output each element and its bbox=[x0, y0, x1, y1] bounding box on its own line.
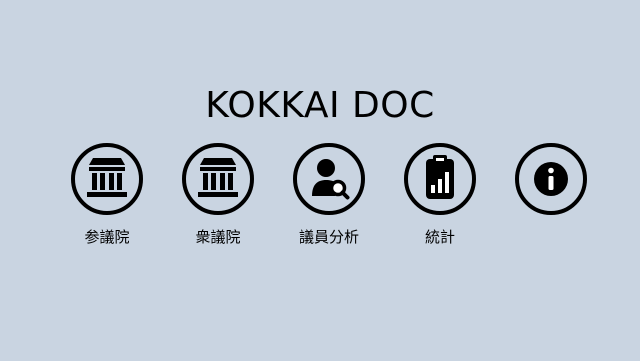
app-title: KOKKAI DOC bbox=[205, 85, 435, 126]
nav-label-shugiin: 衆議院 bbox=[195, 228, 241, 246]
main-nav: 参議院 衆議院 議員分析 統計 bbox=[0, 143, 640, 263]
nav-item-statistics[interactable]: 統計 bbox=[385, 143, 495, 253]
person-search-icon[interactable] bbox=[293, 143, 365, 215]
nav-item-shugiin[interactable]: 衆議院 bbox=[163, 143, 273, 253]
nav-item-sangiin[interactable]: 参議院 bbox=[52, 143, 162, 253]
info-icon[interactable] bbox=[515, 143, 587, 215]
clipboard-chart-icon[interactable] bbox=[404, 143, 476, 215]
nav-label-statistics: 統計 bbox=[424, 228, 455, 246]
nav-label-member-analysis: 議員分析 bbox=[298, 228, 359, 246]
nav-label-sangiin: 参議院 bbox=[84, 228, 130, 246]
nav-item-info[interactable] bbox=[496, 143, 606, 253]
building-icon[interactable] bbox=[182, 143, 254, 215]
building-icon[interactable] bbox=[71, 143, 143, 215]
nav-item-member-analysis[interactable]: 議員分析 bbox=[274, 143, 384, 253]
